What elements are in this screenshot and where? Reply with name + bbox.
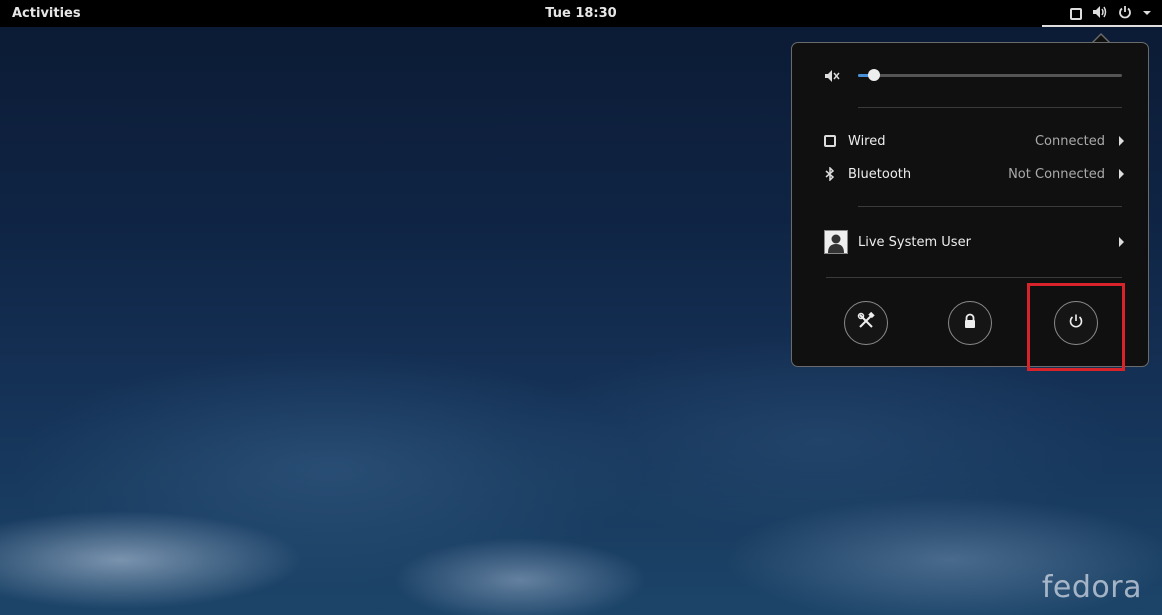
bluetooth-menu-item[interactable]: Bluetooth Not Connected <box>824 162 1124 186</box>
volume-slider[interactable] <box>858 69 1122 81</box>
network-wired-icon <box>824 135 836 147</box>
power-icon <box>1118 5 1132 23</box>
wired-label: Wired <box>848 133 886 149</box>
tools-icon <box>857 311 875 334</box>
speaker-muted-icon <box>824 68 840 87</box>
settings-button[interactable] <box>844 301 888 345</box>
wired-status: Connected <box>1034 133 1105 149</box>
avatar-icon <box>824 230 848 254</box>
clock[interactable]: Tue 18:30 <box>0 6 1162 21</box>
network-wired-icon <box>1070 7 1082 20</box>
fedora-logo: fedora <box>1041 570 1142 605</box>
tray-active-indicator <box>1042 25 1162 27</box>
lock-button[interactable] <box>948 301 992 345</box>
lock-icon <box>963 313 977 333</box>
divider <box>858 107 1122 108</box>
bluetooth-icon <box>824 167 836 181</box>
chevron-right-icon <box>1119 237 1124 247</box>
divider <box>858 206 1122 207</box>
system-tray[interactable] <box>1070 0 1152 27</box>
bluetooth-status: Not Connected <box>1008 166 1105 182</box>
power-button-highlight <box>1027 283 1125 371</box>
top-bar: Activities Tue 18:30 <box>0 0 1162 27</box>
chevron-right-icon <box>1119 169 1124 179</box>
chevron-right-icon <box>1119 136 1124 146</box>
volume-slider-handle[interactable] <box>867 69 880 81</box>
user-label: Live System User <box>858 234 971 250</box>
wired-menu-item[interactable]: Wired Connected <box>824 129 1124 153</box>
divider <box>826 277 1122 278</box>
chevron-down-icon <box>1142 6 1152 21</box>
user-menu-item[interactable]: Live System User <box>824 230 1124 254</box>
volume-icon <box>1092 5 1108 23</box>
bluetooth-label: Bluetooth <box>848 166 912 182</box>
